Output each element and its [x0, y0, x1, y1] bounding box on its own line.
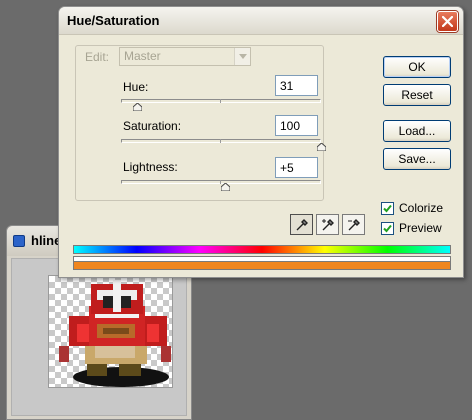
eyedropper-minus-button[interactable] — [342, 214, 365, 235]
document-canvas-area[interactable] — [11, 258, 187, 416]
saturation-input[interactable]: 100 — [275, 115, 318, 136]
reset-button[interactable]: Reset — [383, 84, 451, 106]
eyedropper-plus-button[interactable] — [316, 214, 339, 235]
dialog-titlebar[interactable]: Hue/Saturation — [59, 7, 463, 35]
dialog-title: Hue/Saturation — [67, 13, 160, 28]
photoshop-document-icon — [13, 235, 25, 247]
edit-label: Edit: — [85, 50, 110, 64]
ok-button[interactable]: OK — [383, 56, 451, 78]
hue-saturation-dialog: Hue/Saturation Edit: Master Hue: 31 Satu… — [58, 6, 464, 278]
hue-slider-thumb[interactable] — [133, 103, 142, 111]
close-icon — [442, 16, 453, 27]
eyedropper-plus-icon — [322, 219, 334, 231]
eyedropper-icon — [296, 219, 308, 231]
chevron-down-icon — [234, 48, 250, 65]
input-spectrum-bar — [73, 245, 451, 254]
edit-select: Master — [119, 47, 251, 66]
eyedropper-button[interactable] — [290, 214, 313, 235]
load-button[interactable]: Load... — [383, 120, 451, 142]
lightness-slider-thumb[interactable] — [221, 183, 230, 191]
output-color-bar — [73, 261, 451, 270]
eyedropper-minus-icon — [348, 219, 360, 231]
football-player-sprite — [59, 280, 171, 387]
slider-center-tick — [220, 99, 221, 103]
hue-slider-track[interactable] — [121, 99, 321, 103]
document-title: hline — [31, 233, 62, 248]
preview-label: Preview — [399, 221, 442, 235]
hue-label: Hue: — [123, 80, 149, 94]
save-button[interactable]: Save... — [383, 148, 451, 170]
eyedropper-tools — [290, 214, 365, 236]
preview-checkbox[interactable] — [381, 222, 394, 235]
slider-center-tick — [220, 139, 221, 143]
hue-input[interactable]: 31 — [275, 75, 318, 96]
checkmark-icon — [383, 224, 392, 233]
close-button[interactable] — [437, 11, 458, 32]
saturation-slider-thumb[interactable] — [317, 143, 326, 151]
colorize-label: Colorize — [399, 201, 444, 215]
lightness-input[interactable]: +5 — [275, 157, 318, 178]
checkmark-icon — [383, 204, 392, 213]
colorize-checkbox[interactable] — [381, 202, 394, 215]
edit-select-value: Master — [124, 49, 161, 63]
lightness-label: Lightness: — [123, 160, 178, 174]
sprite-image — [48, 275, 173, 388]
saturation-slider-track[interactable] — [121, 139, 321, 143]
saturation-label: Saturation: — [123, 119, 182, 133]
